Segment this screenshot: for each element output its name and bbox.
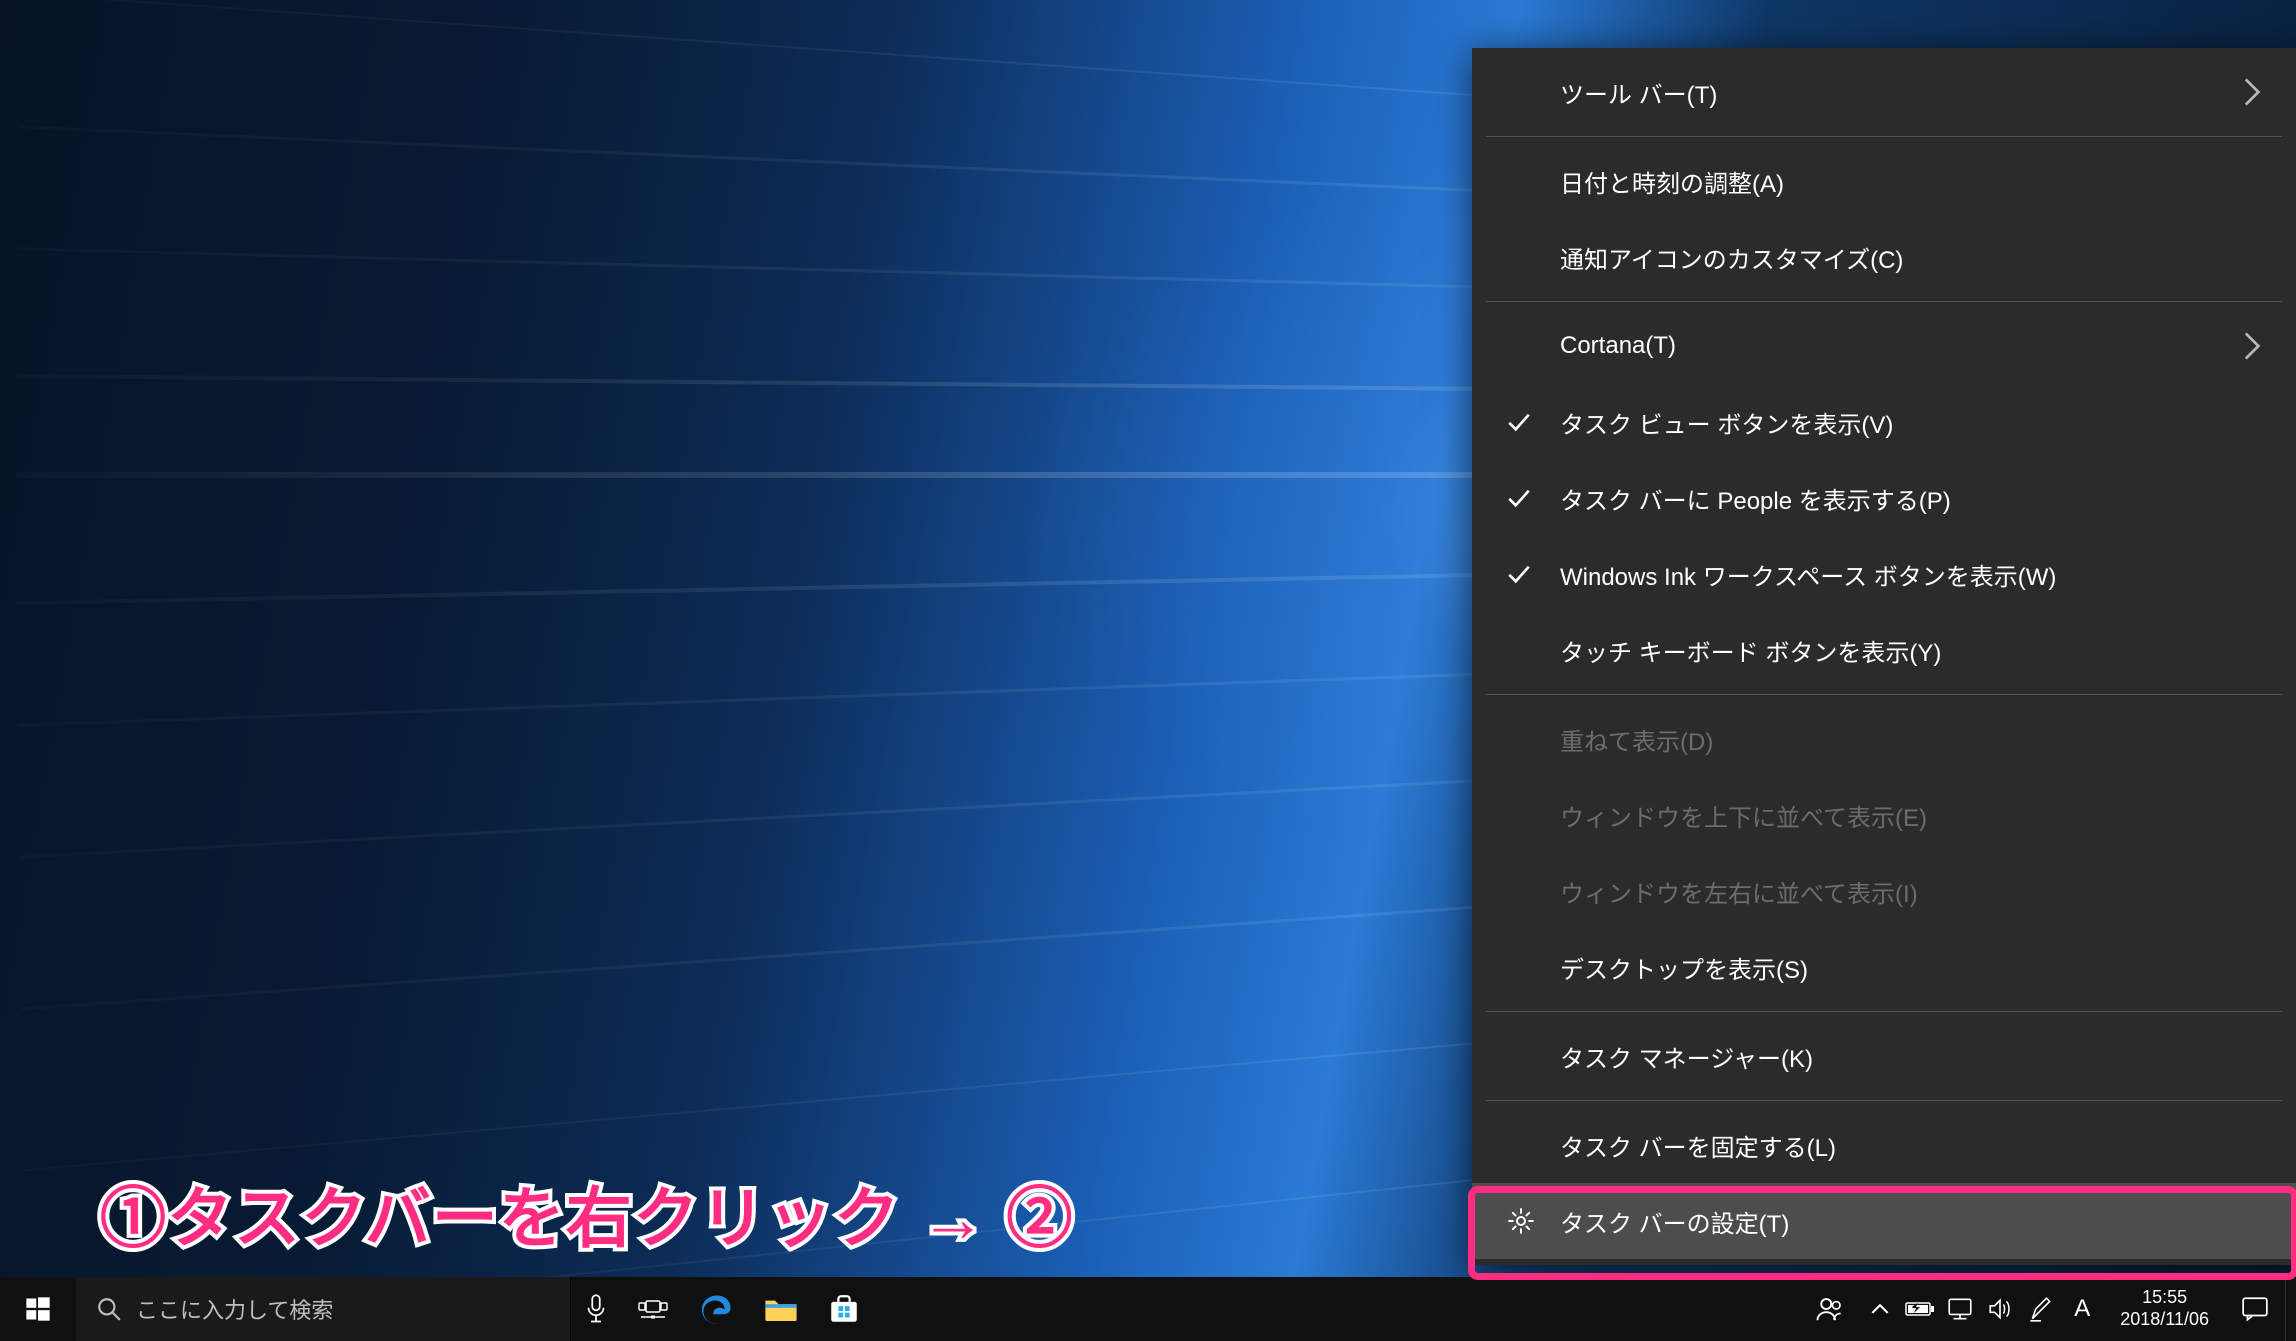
- start-button[interactable]: [0, 1277, 76, 1341]
- menu-item-label: ツール バー(T): [1560, 75, 1717, 110]
- ime-indicator[interactable]: A: [2060, 1277, 2104, 1341]
- menu-item-label: 通知アイコンのカスタマイズ(C): [1560, 240, 1903, 275]
- clock-time: 15:55: [2142, 1287, 2187, 1309]
- menu-separator: [1486, 1011, 2282, 1012]
- taskbar-context-menu: ツール バー(T) 日付と時刻の調整(A) 通知アイコンのカスタマイズ(C) C…: [1472, 48, 2296, 1265]
- people-button[interactable]: [1800, 1277, 1860, 1341]
- menu-item-label: タスク マネージャー(K): [1560, 1039, 1813, 1074]
- chevron-right-icon: [2244, 77, 2262, 107]
- menu-separator: [1486, 1100, 2282, 1101]
- pinned-app-explorer[interactable]: [749, 1277, 813, 1341]
- check-icon: [1506, 485, 1532, 511]
- menu-item-show-windows-ink-button[interactable]: Windows Ink ワークスペース ボタンを表示(W): [1472, 536, 2296, 612]
- menu-item-show-desktop[interactable]: デスクトップを表示(S): [1472, 929, 2296, 1005]
- pinned-app-edge[interactable]: [685, 1277, 749, 1341]
- menu-item-label: ウィンドウを左右に並べて表示(I): [1560, 874, 1918, 909]
- notification-icon: [2241, 1296, 2269, 1322]
- menu-item-label: タスク バーに People を表示する(P): [1560, 481, 1951, 516]
- menu-item-show-taskview-button[interactable]: タスク ビュー ボタンを表示(V): [1472, 384, 2296, 460]
- chevron-right-icon: [2244, 331, 2262, 361]
- people-icon: [1815, 1294, 1845, 1324]
- network-icon: [1946, 1297, 1974, 1321]
- show-desktop-button[interactable]: [2285, 1277, 2296, 1341]
- menu-item-customize-notification-icons[interactable]: 通知アイコンのカスタマイズ(C): [1472, 219, 2296, 295]
- menu-item-label: 日付と時刻の調整(A): [1560, 164, 1784, 199]
- clock[interactable]: 15:55 2018/11/06: [2104, 1287, 2225, 1330]
- menu-item-taskbar-settings[interactable]: タスク バーの設定(T): [1472, 1183, 2296, 1259]
- clock-date: 2018/11/06: [2120, 1309, 2209, 1331]
- battery-icon: [1905, 1300, 1935, 1318]
- menu-item-label: タッチ キーボード ボタンを表示(Y): [1560, 633, 1941, 668]
- pen-icon: [2027, 1295, 2053, 1323]
- action-center-button[interactable]: [2225, 1277, 2285, 1341]
- search-box[interactable]: ここに入力して検索: [76, 1277, 571, 1341]
- menu-item-cascade-windows: 重ねて表示(D): [1472, 701, 2296, 777]
- menu-separator: [1486, 301, 2282, 302]
- menu-item-stack-windows: ウィンドウを上下に並べて表示(E): [1472, 777, 2296, 853]
- check-icon: [1506, 409, 1532, 435]
- cortana-mic-button[interactable]: [571, 1277, 621, 1341]
- menu-item-lock-taskbar[interactable]: タスク バーを固定する(L): [1472, 1107, 2296, 1183]
- menu-item-show-touch-keyboard-button[interactable]: タッチ キーボード ボタンを表示(Y): [1472, 612, 2296, 688]
- tray-overflow-button[interactable]: [1860, 1277, 1900, 1341]
- menu-item-cortana[interactable]: Cortana(T): [1472, 308, 2296, 384]
- menu-item-label: 重ねて表示(D): [1560, 722, 1713, 757]
- folder-icon: [763, 1294, 799, 1324]
- system-tray: A 15:55 2018/11/06: [1800, 1277, 2296, 1341]
- tray-volume[interactable]: [1980, 1277, 2020, 1341]
- menu-item-adjust-datetime[interactable]: 日付と時刻の調整(A): [1472, 143, 2296, 219]
- menu-item-label: Windows Ink ワークスペース ボタンを表示(W): [1560, 557, 2056, 592]
- menu-item-show-people[interactable]: タスク バーに People を表示する(P): [1472, 460, 2296, 536]
- menu-separator: [1486, 694, 2282, 695]
- store-icon: [827, 1292, 861, 1326]
- menu-item-task-manager[interactable]: タスク マネージャー(K): [1472, 1018, 2296, 1094]
- taskbar[interactable]: ここに入力して検索: [0, 1277, 2296, 1341]
- annotation-step1: ①タスクバーを右クリック → ②: [100, 1165, 1073, 1261]
- microphone-icon: [585, 1294, 607, 1324]
- tray-battery[interactable]: [1900, 1277, 1940, 1341]
- task-view-icon: [635, 1295, 671, 1323]
- task-view-button[interactable]: [621, 1277, 685, 1341]
- speaker-icon: [1987, 1297, 2013, 1321]
- search-placeholder: ここに入力して検索: [136, 1293, 333, 1325]
- menu-item-toolbars[interactable]: ツール バー(T): [1472, 54, 2296, 130]
- search-icon: [96, 1296, 122, 1322]
- tray-network[interactable]: [1940, 1277, 1980, 1341]
- menu-separator: [1486, 136, 2282, 137]
- menu-item-label: タスク ビュー ボタンを表示(V): [1560, 405, 1893, 440]
- pinned-app-store[interactable]: [813, 1277, 875, 1341]
- menu-item-label: ウィンドウを上下に並べて表示(E): [1560, 798, 1927, 833]
- menu-item-side-by-side-windows: ウィンドウを左右に並べて表示(I): [1472, 853, 2296, 929]
- tray-windows-ink[interactable]: [2020, 1277, 2060, 1341]
- menu-item-label: タスク バーの設定(T): [1560, 1204, 1789, 1239]
- gear-icon: [1506, 1206, 1536, 1236]
- edge-icon: [699, 1291, 735, 1327]
- menu-item-label: デスクトップを表示(S): [1560, 950, 1808, 985]
- chevron-up-icon: [1871, 1302, 1889, 1316]
- menu-item-label: Cortana(T): [1560, 332, 1676, 360]
- menu-item-label: タスク バーを固定する(L): [1560, 1128, 1836, 1163]
- windows-logo-icon: [24, 1295, 52, 1323]
- check-icon: [1506, 561, 1532, 587]
